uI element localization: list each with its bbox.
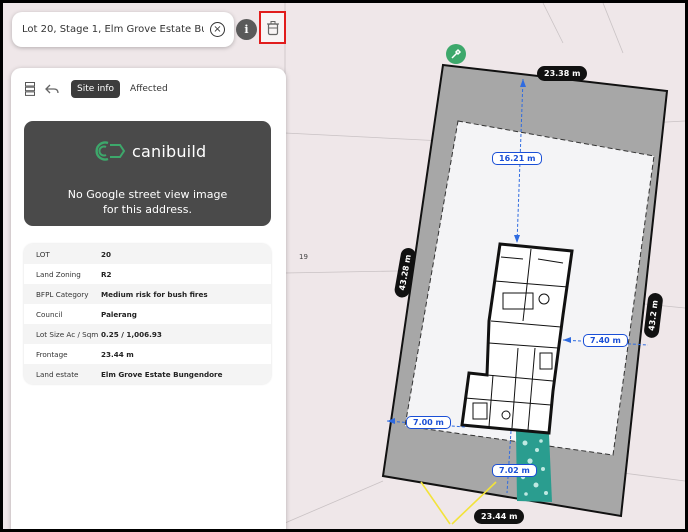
undo-arrow-icon[interactable]: [45, 82, 59, 96]
tab-site-info[interactable]: Site info: [71, 80, 121, 98]
brand-name: canibuild: [132, 141, 207, 161]
street-view-placeholder: canibuild No Google street view image fo…: [24, 121, 271, 226]
side-setback-left-label: 7.00 m: [406, 416, 451, 429]
trash-bin-button[interactable]: [259, 11, 286, 44]
front-setback-label: 16.21 m: [492, 152, 543, 165]
info-icon[interactable]: i: [236, 19, 257, 40]
table-row: BFPL Category Medium risk for bush fires: [24, 284, 271, 304]
address-search-box[interactable]: Lot 20, Stage 1, Elm Grove Estate Bungen…: [12, 12, 234, 47]
table-row: Lot Size Ac / Sqm 0.25 / 1,006.93: [24, 324, 271, 344]
site-info-panel: Site info Affected canibuild No Google s…: [11, 68, 286, 529]
rear-setback-label: 7.02 m: [492, 464, 537, 477]
street-view-message-line1: No Google street view image: [67, 188, 228, 201]
table-row: Land Zoning R2: [36, 269, 112, 279]
table-row: Land estate Elm Grove Estate Bungendore: [24, 364, 271, 384]
bottom-boundary-label: 23.44 m: [474, 509, 525, 524]
table-row: Frontage 23.44 m: [36, 349, 134, 359]
address-search-input[interactable]: Lot 20, Stage 1, Elm Grove Estate Bungen…: [22, 24, 204, 35]
site-info-table: LOT 20 Land Zoning R2 BFPL Category Medium …: [24, 244, 271, 384]
tab-affected[interactable]: Affected: [124, 80, 174, 98]
brand-logo: canibuild: [94, 139, 206, 163]
canibuild-logo-icon: [95, 141, 126, 161]
close-circle-icon[interactable]: ×: [210, 22, 225, 37]
trash-bin-icon: [266, 20, 279, 35]
street-view-message-line2: for this address.: [103, 203, 192, 216]
brush-icon[interactable]: [446, 44, 466, 64]
table-row: LOT 20: [24, 244, 271, 264]
top-boundary-label: 23.38 m: [537, 66, 588, 81]
layout-icon[interactable]: [23, 82, 37, 96]
side-setback-right-label: 7.40 m: [583, 334, 628, 347]
map-viewport[interactable]: 23.38 m 43.28 m 43.2 m 23.44 m 16.21 m 7…: [3, 3, 685, 529]
street-view-message: No Google street view image for this add…: [24, 187, 271, 217]
table-row: Council Palerang: [36, 309, 137, 319]
neighbor-lot-number: 19: [299, 253, 308, 261]
panel-toolbar: Site info Affected: [23, 78, 174, 100]
